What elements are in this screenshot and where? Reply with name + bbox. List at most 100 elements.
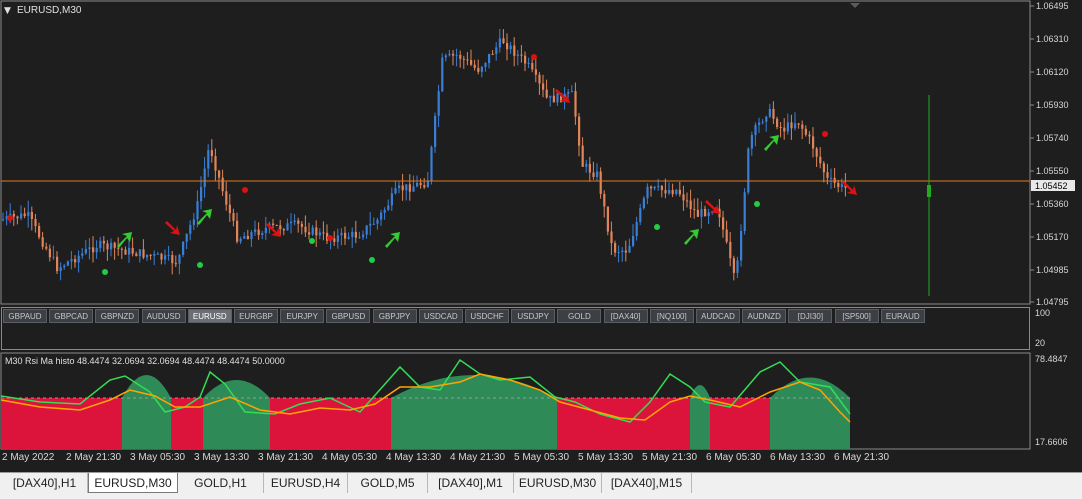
candle-body <box>160 253 163 260</box>
candle-body <box>300 223 303 227</box>
buy-signal-dot <box>309 238 315 244</box>
candle-body <box>592 172 595 178</box>
sell-signal-dot <box>531 54 537 60</box>
candle-body <box>34 218 37 227</box>
time-axis-label: 4 May 21:30 <box>450 452 506 463</box>
candle-body <box>290 221 293 224</box>
symbol-button-gbpcad[interactable]: GBPCAD <box>49 309 94 323</box>
candle-body <box>336 235 339 242</box>
symbol-button-gbpjpy[interactable]: GBPJPY <box>372 309 417 323</box>
candle-body <box>232 213 235 221</box>
symbol-button-usdjpy[interactable]: USDJPY <box>511 309 556 323</box>
candle-body <box>761 121 764 123</box>
candle-body <box>527 63 530 65</box>
candle-body <box>246 236 249 240</box>
candle-body <box>45 246 48 249</box>
histogram-down-segment <box>710 398 770 449</box>
sell-signal-dot <box>327 235 333 241</box>
candle-body <box>426 180 429 188</box>
candle-body <box>30 211 33 219</box>
symbol-button-gbpusd[interactable]: GBPUSD <box>326 309 371 323</box>
time-axis-label: 3 May 13:30 <box>194 452 250 463</box>
price-axis-label: 1.05360 <box>1036 199 1069 209</box>
candle-body <box>153 253 156 256</box>
candle-body <box>812 136 815 149</box>
symbol-button-nq100[interactable]: [NQ100] <box>649 309 694 323</box>
candle-body <box>722 217 725 230</box>
candle-body <box>585 163 588 167</box>
symbol-button-gbpnzd[interactable]: GBPNZD <box>95 309 140 323</box>
symbol-button-gold[interactable]: GOLD <box>557 309 602 323</box>
candle-body <box>293 220 296 222</box>
candle-body <box>279 225 282 230</box>
candle-body <box>146 254 149 258</box>
candle-body <box>808 134 811 137</box>
candle-body <box>448 53 451 56</box>
chart-tab-0[interactable]: [DAX40],H1 <box>2 473 88 493</box>
candle-body <box>16 216 19 219</box>
chart-tab-5[interactable]: [DAX40],M1 <box>428 473 514 493</box>
candle-body <box>142 249 145 258</box>
symbol-button-dji30[interactable]: [DJI30] <box>788 309 833 323</box>
candle-body <box>38 226 41 238</box>
candle-body <box>228 204 231 214</box>
chart-tab-4[interactable]: GOLD,M5 <box>348 473 428 493</box>
symbol-button-gbpaud[interactable]: GBPAUD <box>3 309 47 323</box>
candle-body <box>452 53 455 56</box>
candle-body <box>347 236 350 239</box>
candle-body <box>473 64 476 68</box>
time-axis-label: 5 May 05:30 <box>514 452 570 463</box>
candle-body <box>815 148 818 157</box>
symbol-button-eurgbp[interactable]: EURGBP <box>234 309 278 323</box>
symbol-button-audnzd[interactable]: AUDNZD <box>742 309 787 323</box>
candle-body <box>380 212 383 220</box>
chart-tab-2[interactable]: GOLD,H1 <box>178 473 264 493</box>
symbol-button-euraud[interactable]: EURAUD <box>880 309 925 323</box>
candle-body <box>214 156 217 171</box>
current-bar-body <box>927 185 931 197</box>
time-axis: 2 May 2022 2 May 21:30 3 May 05:30 3 May 13… <box>0 450 1082 472</box>
candle-body <box>657 185 660 187</box>
candle-body <box>617 252 620 254</box>
histogram-up-segment <box>203 380 270 449</box>
candle-body <box>783 127 786 132</box>
current-price-label: 1.05452 <box>1035 181 1068 191</box>
candle-body <box>725 229 728 242</box>
candle-body <box>668 190 671 194</box>
candle-body <box>484 62 487 68</box>
symbol-button-dax40[interactable]: [DAX40] <box>603 309 648 323</box>
candle-body <box>362 234 365 238</box>
main-price-chart[interactable]: 1.06495 1.06310 1.06120 1.05930 1.05740 1.055… <box>0 0 1082 307</box>
candle-body <box>77 255 80 263</box>
candle-body <box>257 229 260 236</box>
rsi-ma-histogram-panel[interactable]: M30 Rsi Ma histo 48.4474 32.0694 32.0694… <box>0 352 1082 450</box>
symbol-panel-axis-bottom: 20 <box>1035 338 1046 348</box>
chart-tab-6[interactable]: EURUSD,M30 <box>514 473 602 493</box>
candle-body <box>394 188 397 194</box>
chart-tab-1[interactable]: EURUSD,M30 <box>88 473 178 493</box>
candle-body <box>675 189 678 195</box>
candle-body <box>131 247 134 254</box>
chart-tab-3[interactable]: EURUSD,H4 <box>264 473 348 493</box>
candle-body <box>178 254 181 264</box>
symbol-button-usdchf[interactable]: USDCHF <box>465 309 509 323</box>
chart-menu-icon: ▼ <box>4 6 11 16</box>
candle-body <box>239 238 242 242</box>
candle-body <box>390 193 393 206</box>
candle-body <box>117 247 120 249</box>
symbol-button-usdcad[interactable]: USDCAD <box>418 309 463 323</box>
symbol-button-audusd[interactable]: AUDUSD <box>141 309 186 323</box>
candle-body <box>185 233 188 242</box>
candle-body <box>81 253 84 256</box>
candle-body <box>92 247 95 253</box>
symbol-button-audcad[interactable]: AUDCAD <box>696 309 740 323</box>
chart-tab-7[interactable]: [DAX40],M15 <box>602 473 692 493</box>
candle-body <box>729 241 732 259</box>
symbol-button-eurusd[interactable]: EURUSD <box>187 309 232 323</box>
candle-body <box>621 250 624 253</box>
symbol-button-eurjpy[interactable]: EURJPY <box>280 309 325 323</box>
symbol-button-sp500[interactable]: [SP500] <box>834 309 879 323</box>
candle-body <box>423 185 426 188</box>
candle-body <box>383 209 386 213</box>
candle-body <box>567 92 570 94</box>
